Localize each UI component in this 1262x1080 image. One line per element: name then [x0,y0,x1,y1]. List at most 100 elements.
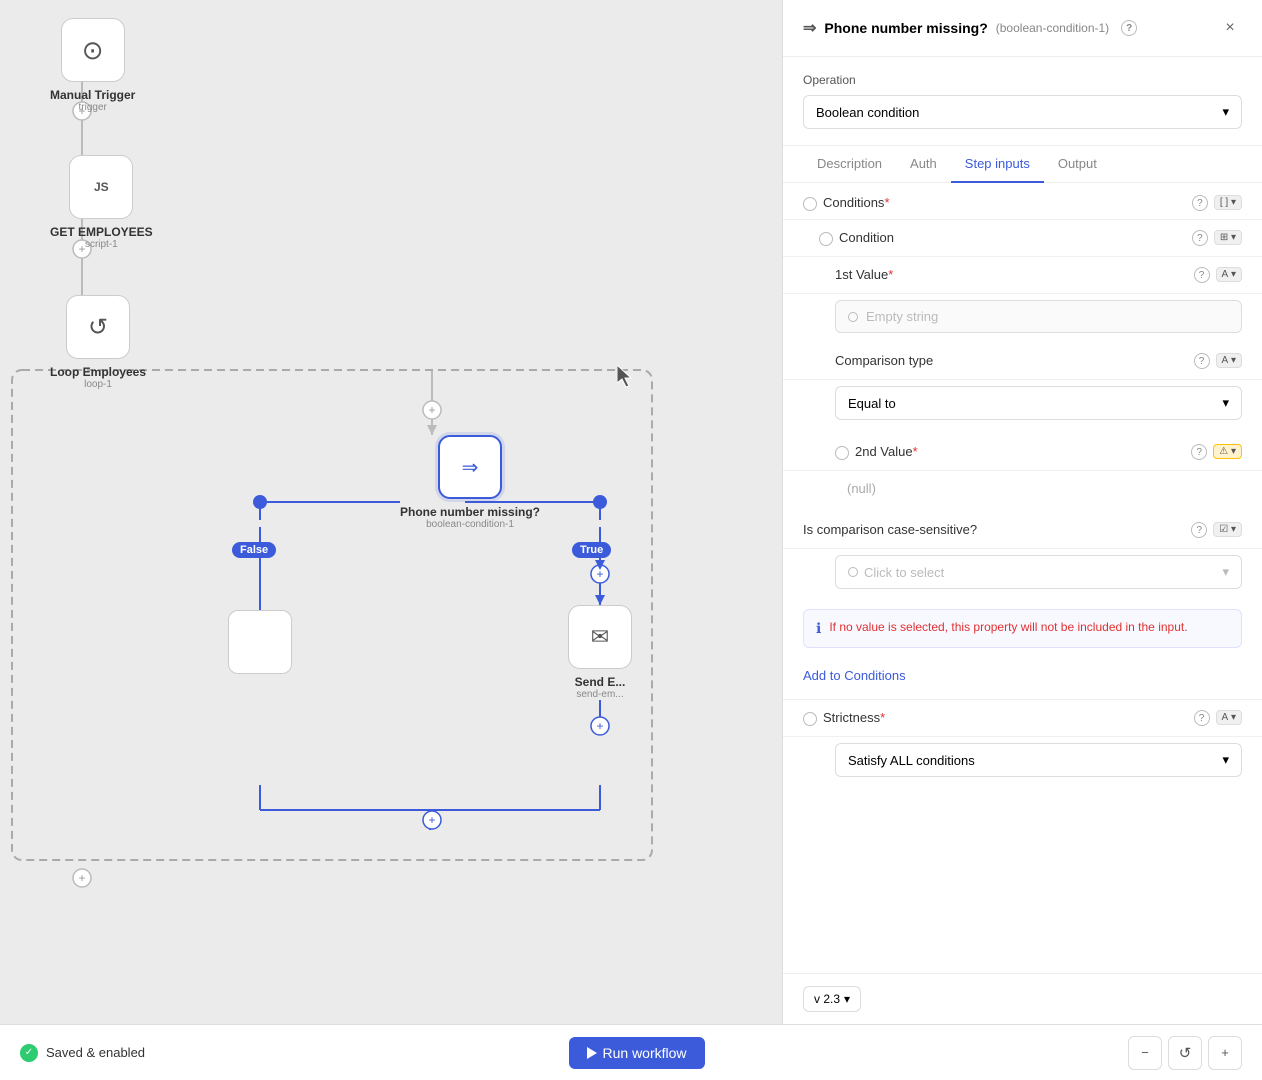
condition-label: Condition [839,230,1186,245]
manual-trigger-icon-box: ⊙ [61,18,125,82]
svg-text:+: + [596,719,603,733]
status-icon: ✓ [20,1044,38,1062]
false-branch-placeholder[interactable] [228,610,292,674]
phone-missing-icon-box: ⇒ [438,435,502,499]
operation-section: Operation Boolean condition ▾ [783,57,1262,146]
conditions-label: Conditions* [823,195,1186,210]
get-employees-node[interactable]: JS GET EMPLOYEES script-1 [50,155,153,250]
panel-body: Conditions* ? [ ] ▾ Condition ? ⊞ ▾ 1st … [783,183,1262,973]
comparison-type-help-icon[interactable]: ? [1194,353,1210,369]
comparison-chevron: ▾ [1222,395,1229,411]
first-value-input[interactable]: Empty string [835,300,1242,333]
add-conditions-button[interactable]: Add to Conditions [783,658,1262,699]
operation-select[interactable]: Boolean condition ▾ [803,95,1242,129]
info-text: If no value is selected, this property w… [829,620,1187,637]
strictness-dropdown-area: Satisfy ALL conditions ▾ [783,737,1262,787]
strictness-dot [803,712,817,726]
tab-description[interactable]: Description [803,146,896,183]
comparison-type-dropdown-area: Equal to ▾ [783,380,1262,430]
conditions-type-badge[interactable]: [ ] ▾ [1214,195,1242,210]
version-chevron: ▾ [844,992,850,1006]
refresh-button[interactable]: ↺ [1168,1036,1202,1070]
case-sensitive-select[interactable]: Click to select ▾ [835,555,1242,589]
second-value-help-icon[interactable]: ? [1191,444,1207,460]
properties-panel: ⇒ Phone number missing? (boolean-conditi… [782,0,1262,1024]
strictness-label: Strictness* [823,710,1188,725]
condition-row: Condition ? ⊞ ▾ [783,220,1262,257]
case-sensitive-type-badge[interactable]: ☑ ▾ [1213,522,1242,537]
workflow-canvas[interactable]: + + + + + + + ⊙ Manual Trigger [0,0,782,1024]
check-icon: ✓ [25,1047,33,1058]
second-value-display: (null) [783,471,1262,512]
panel-close-button[interactable]: × [1218,16,1242,40]
case-sensitive-label: Is comparison case-sensitive? [803,522,1185,537]
panel-help-icon[interactable]: ? [1121,20,1137,36]
phone-missing-sublabel: boolean-condition-1 [426,519,514,530]
status-label: Saved & enabled [46,1045,145,1060]
svg-text:+: + [428,813,435,827]
condition-type-badge[interactable]: ⊞ ▾ [1214,230,1242,245]
bottom-bar: ✓ Saved & enabled Run workflow − ↺ + [0,1024,1262,1080]
case-sensitive-dropdown-area: Click to select ▾ [783,549,1262,599]
tab-output[interactable]: Output [1044,146,1111,183]
second-value-type-badge[interactable]: ⚠ ▾ [1213,444,1242,459]
conditions-row: Conditions* ? [ ] ▾ [783,183,1262,220]
manual-trigger-label: Manual Trigger [50,88,135,102]
false-badge: False [232,540,276,558]
condition-help-icon[interactable]: ? [1192,230,1208,246]
zoom-in-button[interactable]: + [1208,1036,1242,1070]
strictness-select[interactable]: Satisfy ALL conditions ▾ [835,743,1242,777]
second-value-row: 2nd Value* ? ⚠ ▾ [783,434,1262,471]
get-employees-icon: JS [94,180,109,194]
phone-missing-node[interactable]: ⇒ Phone number missing? boolean-conditio… [400,435,540,530]
tab-auth[interactable]: Auth [896,146,951,183]
second-value-label: 2nd Value* [855,444,1185,459]
play-icon [587,1047,597,1059]
tab-step-inputs[interactable]: Step inputs [951,146,1044,183]
email-icon: ✉ [591,624,609,650]
send-email-sublabel: send-em... [576,689,623,700]
first-value-help-icon[interactable]: ? [1194,267,1210,283]
first-value-row: 1st Value* ? A ▾ [783,257,1262,294]
version-value: v 2.3 [814,992,840,1006]
version-select[interactable]: v 2.3 ▾ [803,986,861,1012]
run-label: Run workflow [603,1045,687,1061]
strictness-chevron: ▾ [1222,752,1229,768]
phone-missing-label: Phone number missing? [400,505,540,519]
first-value-dot [848,312,858,322]
strictness-value: Satisfy ALL conditions [848,753,975,768]
loop-employees-node[interactable]: ↺ Loop Employees loop-1 [50,295,146,390]
loop-employees-icon-box: ↺ [66,295,130,359]
get-employees-icon-box: JS [69,155,133,219]
canvas-svg: + + + + + + + [0,0,782,1024]
panel-header: ⇒ Phone number missing? (boolean-conditi… [783,0,1262,57]
conditions-help-icon[interactable]: ? [1192,195,1208,211]
first-value-input-area: Empty string [783,294,1262,343]
conditions-dot [803,197,817,211]
operation-label: Operation [803,73,1242,87]
zoom-out-button[interactable]: − [1128,1036,1162,1070]
case-sensitive-dot [848,567,858,577]
case-sensitive-help-icon[interactable]: ? [1191,522,1207,538]
true-label: True [572,542,611,558]
manual-trigger-node[interactable]: ⊙ Manual Trigger trigger [50,18,135,113]
first-value-type-badge[interactable]: A ▾ [1216,267,1242,282]
comparison-type-select[interactable]: Equal to ▾ [835,386,1242,420]
comparison-type-row: Comparison type ? A ▾ [783,343,1262,380]
send-email-node[interactable]: ✉ Send E... send-em... [568,605,632,700]
case-sensitive-row: Is comparison case-sensitive? ? ☑ ▾ [783,512,1262,549]
strictness-help-icon[interactable]: ? [1194,710,1210,726]
loop-icon: ↺ [88,313,108,342]
cursor [617,365,637,395]
panel-title: ⇒ Phone number missing? (boolean-conditi… [803,18,1137,38]
operation-value: Boolean condition [816,105,919,120]
strictness-type-badge[interactable]: A ▾ [1216,710,1242,725]
panel-footer: v 2.3 ▾ [783,973,1262,1024]
true-badge: True [572,540,611,558]
loop-employees-sublabel: loop-1 [84,379,112,390]
strictness-row: Strictness* ? A ▾ [783,699,1262,737]
branch-icon: ⇒ [462,455,479,480]
svg-text:+: + [78,871,85,885]
comparison-type-badge[interactable]: A ▾ [1216,353,1242,368]
run-workflow-button[interactable]: Run workflow [569,1037,705,1069]
